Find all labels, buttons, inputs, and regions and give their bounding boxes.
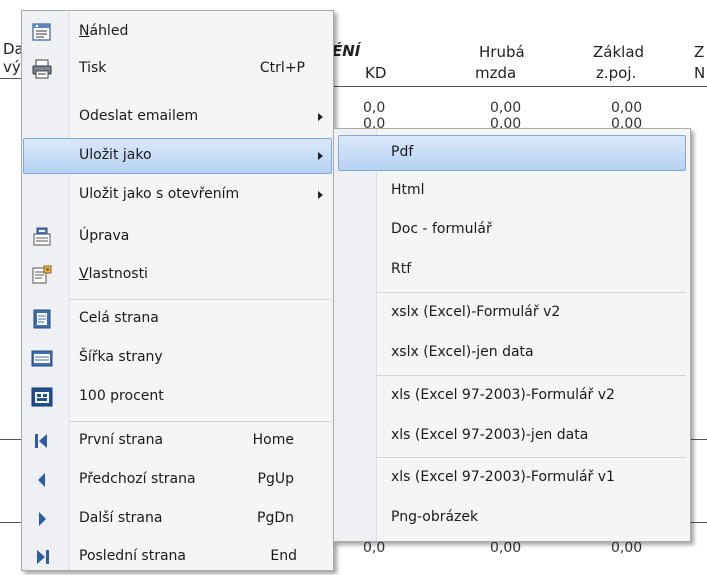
submenu-item-doc-formular[interactable]: Doc - formulář: [338, 212, 686, 248]
submenu-separator: [376, 375, 686, 376]
previous-page-icon: [31, 470, 53, 490]
menu-item-prvni-strana[interactable]: První strana Home: [23, 423, 332, 459]
shortcut-label: Home: [252, 432, 294, 448]
report-rowN-zaklad: 0,00: [611, 540, 643, 556]
menu-item-vlastnosti[interactable]: Vlastnosti: [23, 257, 332, 293]
submenu-item-label: xls (Excel 97-2003)-Formulář v1: [391, 469, 615, 485]
menu-item-label: Šířka strany: [79, 349, 163, 365]
report-rowN-kd: 0,0: [363, 540, 386, 556]
report-col-left-bottom: vý: [3, 58, 21, 76]
submenu-item-xslx-jen-data[interactable]: xslx (Excel)-jen data: [338, 335, 686, 371]
menu-item-label: Náhled: [79, 23, 129, 39]
report-header-rule-left: [0, 78, 21, 79]
report-rule-left-1: [0, 439, 21, 440]
submenu-item-label: Png-obrázek: [391, 509, 479, 525]
submenu-item-label: xslx (Excel)-jen data: [391, 344, 534, 360]
next-page-icon: [31, 509, 53, 529]
report-col-zaklad-1: Základ: [593, 43, 645, 61]
submenu-item-label: Doc - formulář: [391, 221, 492, 237]
menu-item-label: Úprava: [79, 228, 130, 244]
menu-item-ulozit-jako[interactable]: Uložit jako: [23, 138, 332, 174]
report-row1-hruba: 0,00: [490, 100, 522, 116]
submenu-item-label: xslx (Excel)-Formulář v2: [391, 304, 561, 320]
shortcut-label: PgUp: [257, 471, 294, 487]
save-as-submenu: Pdf Html Doc - formulář Rtf xslx (Excel)…: [333, 128, 691, 542]
submenu-item-label: xls (Excel 97-2003)-jen data: [391, 427, 589, 443]
menu-item-odeslat-emailem[interactable]: Odeslat emailem: [23, 99, 332, 135]
report-col-zaklad-2: z.poj.: [596, 64, 637, 82]
menu-item-posledni-strana[interactable]: Poslední strana End: [23, 539, 332, 575]
menu-item-ulozit-jako-s-otevrenim[interactable]: Uložit jako s otevřením: [23, 177, 332, 213]
context-menu: Náhled Tisk Ctrl+P Odeslat emailem Uloži…: [21, 10, 334, 571]
menu-item-predchozi-strana[interactable]: Předchozí strana PgUp: [23, 462, 332, 498]
report-header-rule: [332, 86, 707, 87]
menu-item-label: Další strana: [79, 510, 163, 526]
menu-item-label: Celá strana: [79, 310, 159, 326]
submenu-arrow-icon: [318, 152, 323, 160]
menu-item-cela-strana[interactable]: Celá strana: [23, 301, 332, 337]
menu-item-uprava[interactable]: Úprava: [23, 219, 332, 255]
menu-separator: [69, 299, 331, 300]
menu-item-sirka-strany[interactable]: Šířka strany: [23, 340, 332, 376]
properties-icon: [31, 265, 53, 285]
submenu-separator: [376, 457, 686, 458]
menu-item-label: Poslední strana: [79, 548, 186, 564]
page-width-icon: [31, 348, 53, 368]
menu-item-label: 100 procent: [79, 388, 164, 404]
edit-page-icon: [31, 227, 53, 247]
first-page-icon: [31, 431, 53, 451]
submenu-item-label: Pdf: [391, 144, 414, 160]
shortcut-label: PgDn: [257, 510, 294, 526]
report-rowN-hruba: 0,00: [490, 540, 522, 556]
report-col-right-1: Z: [694, 43, 705, 61]
menu-item-100-procent[interactable]: 100 procent: [23, 379, 332, 415]
submenu-item-label: xls (Excel 97-2003)-Formulář v2: [391, 387, 615, 403]
submenu-item-xls-formular-v1[interactable]: xls (Excel 97-2003)-Formulář v1: [338, 460, 686, 496]
preview-icon: [31, 22, 53, 42]
submenu-item-rtf[interactable]: Rtf: [338, 252, 686, 288]
menu-separator: [69, 421, 331, 422]
printer-icon: [31, 59, 53, 79]
report-col-hruba-1: Hrubá: [479, 43, 525, 61]
submenu-item-xls-jen-data[interactable]: xls (Excel 97-2003)-jen data: [338, 418, 686, 454]
shortcut-label: End: [270, 548, 297, 564]
menu-item-label: Uložit jako s otevřením: [79, 186, 240, 202]
menu-item-label: Uložit jako: [79, 147, 152, 163]
report-rule-right-2: [690, 522, 707, 523]
report-row1-kd: 0,0: [363, 100, 386, 116]
submenu-item-png-obrazek[interactable]: Png-obrázek: [338, 500, 686, 536]
menu-item-label: Vlastnosti: [79, 266, 148, 282]
report-section-title: ÉNÍ: [332, 42, 361, 60]
menu-item-label: Tisk: [79, 60, 107, 76]
report-rule-left-2: [0, 522, 21, 523]
submenu-separator: [376, 292, 686, 293]
submenu-item-label: Rtf: [391, 261, 412, 277]
report-row1-zaklad: 0,00: [611, 100, 643, 116]
last-page-icon: [31, 547, 53, 567]
menu-item-tisk[interactable]: Tisk Ctrl+P: [23, 51, 332, 87]
full-page-icon: [31, 309, 53, 329]
submenu-arrow-icon: [318, 113, 323, 121]
submenu-item-html[interactable]: Html: [338, 173, 686, 209]
report-col-hruba-2: mzda: [475, 64, 517, 82]
menu-item-label: První strana: [79, 432, 164, 448]
menu-item-dalsi-strana[interactable]: Další strana PgDn: [23, 501, 332, 537]
report-rule-right-1: [690, 439, 707, 440]
submenu-item-pdf[interactable]: Pdf: [338, 135, 686, 171]
actual-size-icon: [31, 387, 53, 407]
shortcut-label: Ctrl+P: [259, 60, 305, 76]
menu-item-nahled[interactable]: Náhled: [23, 14, 332, 50]
menu-item-label: Odeslat emailem: [79, 108, 199, 124]
submenu-item-xls-formular-v2[interactable]: xls (Excel 97-2003)-Formulář v2: [338, 378, 686, 414]
submenu-item-xslx-formular-v2[interactable]: xslx (Excel)-Formulář v2: [338, 295, 686, 331]
menu-item-label: Předchozí strana: [79, 471, 196, 487]
submenu-arrow-icon: [318, 191, 323, 199]
report-col-right-2: N: [694, 64, 706, 82]
submenu-item-label: Html: [391, 182, 425, 198]
report-col-kd: KD: [365, 64, 387, 82]
